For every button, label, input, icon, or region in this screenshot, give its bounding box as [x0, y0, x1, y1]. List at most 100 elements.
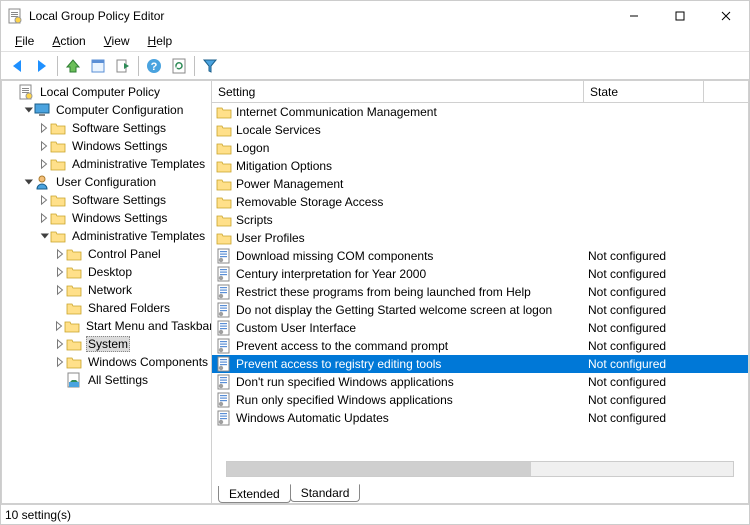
up-button[interactable] [61, 54, 85, 78]
tree-item[interactable]: All Settings [2, 371, 211, 389]
tree-item[interactable]: System [2, 335, 211, 353]
maximize-button[interactable] [657, 1, 703, 31]
setting-icon [216, 302, 232, 318]
folder-icon [50, 138, 66, 154]
menu-view[interactable]: View [96, 32, 138, 50]
properties-button[interactable] [86, 54, 110, 78]
setting-row[interactable]: Mitigation Options [212, 157, 748, 175]
setting-row[interactable]: Do not display the Getting Started welco… [212, 301, 748, 319]
tree-item[interactable]: Administrative Templates [2, 155, 211, 173]
tree-item[interactable]: Windows Settings [2, 137, 211, 155]
collapse-icon[interactable] [22, 176, 34, 188]
expand-icon[interactable] [38, 122, 50, 134]
setting-name: User Profiles [236, 231, 588, 245]
tab-standard[interactable]: Standard [290, 484, 361, 502]
menu-help[interactable]: Help [140, 32, 181, 50]
setting-row[interactable]: Run only specified Windows applicationsN… [212, 391, 748, 409]
tree-item-label: Software Settings [70, 121, 168, 135]
setting-row[interactable]: Prevent access to registry editing tools… [212, 355, 748, 373]
setting-name: Prevent access to registry editing tools [236, 357, 588, 371]
setting-name: Run only specified Windows applications [236, 393, 588, 407]
folder-icon [216, 158, 232, 174]
setting-row[interactable]: User Profiles [212, 229, 748, 247]
settings-list[interactable]: Internet Communication Management Locale … [212, 103, 748, 459]
menu-file[interactable]: File [7, 32, 42, 50]
setting-row[interactable]: Windows Automatic UpdatesNot configured [212, 409, 748, 427]
expand-icon[interactable] [38, 140, 50, 152]
expand-icon[interactable] [54, 320, 64, 332]
tree-item[interactable]: Software Settings [2, 119, 211, 137]
collapse-icon[interactable] [22, 104, 34, 116]
setting-name: Don't run specified Windows applications [236, 375, 588, 389]
expand-icon[interactable] [54, 266, 66, 278]
expand-icon[interactable] [54, 338, 66, 350]
setting-row[interactable]: Locale Services [212, 121, 748, 139]
tree-item[interactable]: Local Computer Policy [2, 83, 211, 101]
help-button[interactable] [142, 54, 166, 78]
close-button[interactable] [703, 1, 749, 31]
right-pane: Setting State Internet Communication Man… [212, 81, 748, 503]
folder-icon [50, 210, 66, 226]
tree-item[interactable]: Windows Settings [2, 209, 211, 227]
column-setting[interactable]: Setting [212, 81, 584, 102]
tree-item-label: Start Menu and Taskbar [84, 319, 212, 333]
setting-row[interactable]: Removable Storage Access [212, 193, 748, 211]
setting-name: Logon [236, 141, 588, 155]
allsettings-icon [66, 372, 82, 388]
minimize-button[interactable] [611, 1, 657, 31]
column-state[interactable]: State [584, 81, 704, 102]
horizontal-scrollbar[interactable] [226, 461, 734, 477]
tree-item-label: Administrative Templates [70, 229, 207, 243]
tree-item[interactable]: User Configuration [2, 173, 211, 191]
setting-row[interactable]: Download missing COM componentsNot confi… [212, 247, 748, 265]
setting-row[interactable]: Restrict these programs from being launc… [212, 283, 748, 301]
export-button[interactable] [111, 54, 135, 78]
setting-name: Do not display the Getting Started welco… [236, 303, 588, 317]
setting-row[interactable]: Power Management [212, 175, 748, 193]
status-text: 10 setting(s) [5, 508, 71, 522]
filter-button[interactable] [198, 54, 222, 78]
tree-pane[interactable]: Local Computer PolicyComputer Configurat… [2, 81, 212, 503]
setting-state: Not configured [588, 267, 748, 281]
setting-icon [216, 338, 232, 354]
setting-row[interactable]: Internet Communication Management [212, 103, 748, 121]
folder-icon [66, 246, 82, 262]
expand-icon[interactable] [54, 248, 66, 260]
setting-row[interactable]: Custom User InterfaceNot configured [212, 319, 748, 337]
folder-icon [64, 318, 80, 334]
setting-icon [216, 374, 232, 390]
setting-row[interactable]: Don't run specified Windows applications… [212, 373, 748, 391]
setting-icon [216, 356, 232, 372]
tree-item[interactable]: Computer Configuration [2, 101, 211, 119]
setting-row[interactable]: Prevent access to the command promptNot … [212, 337, 748, 355]
expand-icon[interactable] [54, 284, 66, 296]
tree-item[interactable]: Control Panel [2, 245, 211, 263]
tree-item[interactable]: Start Menu and Taskbar [2, 317, 211, 335]
expand-icon[interactable] [54, 356, 66, 368]
expand-icon[interactable] [38, 194, 50, 206]
setting-row[interactable]: Century interpretation for Year 2000Not … [212, 265, 748, 283]
collapse-icon[interactable] [38, 230, 50, 242]
tab-extended[interactable]: Extended [218, 486, 291, 503]
tree-item[interactable]: Administrative Templates [2, 227, 211, 245]
menu-action[interactable]: Action [44, 32, 93, 50]
tree-item[interactable]: Network [2, 281, 211, 299]
tree-item[interactable]: Shared Folders [2, 299, 211, 317]
folder-icon [50, 156, 66, 172]
refresh-button[interactable] [167, 54, 191, 78]
setting-name: Internet Communication Management [236, 105, 588, 119]
setting-name: Windows Automatic Updates [236, 411, 588, 425]
folder-icon [216, 140, 232, 156]
tree-item[interactable]: Software Settings [2, 191, 211, 209]
tree-item[interactable]: Windows Components [2, 353, 211, 371]
back-button[interactable] [5, 54, 29, 78]
setting-row[interactable]: Logon [212, 139, 748, 157]
setting-row[interactable]: Scripts [212, 211, 748, 229]
tree-item-label: User Configuration [54, 175, 158, 189]
folder-icon [216, 104, 232, 120]
expand-icon[interactable] [38, 158, 50, 170]
forward-button[interactable] [30, 54, 54, 78]
expand-icon[interactable] [38, 212, 50, 224]
tree-item[interactable]: Desktop [2, 263, 211, 281]
setting-icon [216, 284, 232, 300]
